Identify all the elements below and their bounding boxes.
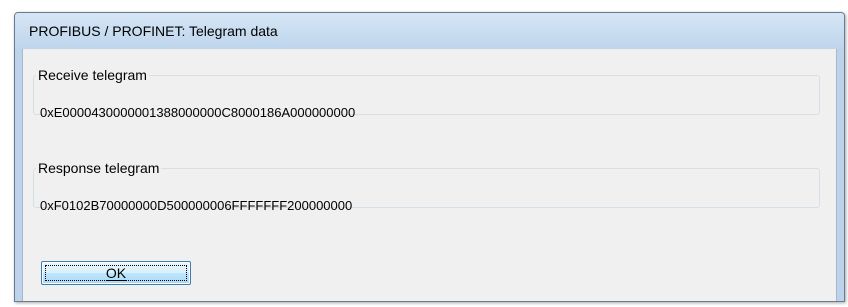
receive-telegram-value: 0xE0000430000001388000000C8000186A000000… xyxy=(40,105,356,120)
dialog-body: Receive telegram 0xE00004300000013880000… xyxy=(22,49,837,301)
receive-telegram-group: Receive telegram 0xE00004300000013880000… xyxy=(33,67,820,120)
title-bar[interactable]: PROFIBUS / PROFINET: Telegram data xyxy=(15,13,844,49)
response-telegram-value: 0xF0102B70000000D500000006FFFFFFF2000000… xyxy=(40,198,353,213)
telegram-data-dialog: PROFIBUS / PROFINET: Telegram data Recei… xyxy=(14,12,845,302)
ok-button-label: OK xyxy=(105,265,127,281)
receive-telegram-label: Receive telegram xyxy=(38,67,147,83)
response-telegram-label: Response telegram xyxy=(38,160,160,176)
ok-button[interactable]: OK xyxy=(41,261,191,285)
window-title: PROFIBUS / PROFINET: Telegram data xyxy=(29,23,278,39)
response-telegram-group: Response telegram 0xF0102B70000000D50000… xyxy=(33,160,820,213)
